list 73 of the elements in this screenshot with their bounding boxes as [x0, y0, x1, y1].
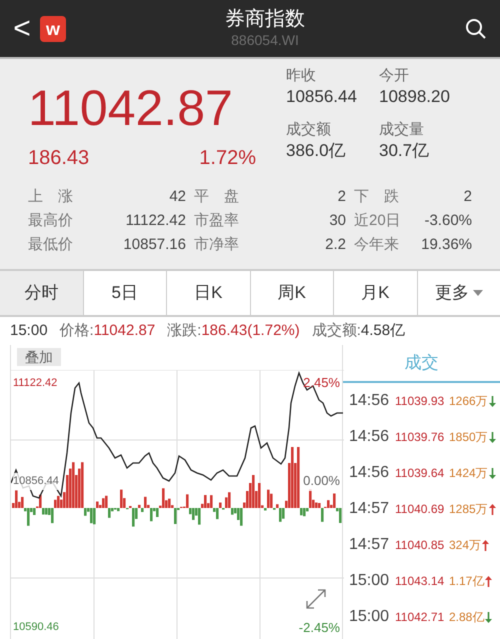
- last-price: 11042.87: [28, 83, 234, 133]
- trade-time: 14:56: [349, 463, 390, 483]
- stat-label: 成交额: [286, 121, 332, 140]
- trade-time: 14:56: [349, 391, 390, 411]
- stat-value: 2: [462, 187, 472, 207]
- stat-label: 最低价: [28, 235, 74, 255]
- page-title: 券商指数: [225, 7, 305, 32]
- stat-value: -3.60%: [423, 211, 472, 231]
- stat-value: 30.7亿: [379, 140, 430, 161]
- stat-label: 成交量: [379, 121, 425, 140]
- stat-value: 10857.16: [122, 235, 186, 255]
- chart-tab[interactable]: 更多: [416, 271, 500, 315]
- trade-time: 15:00: [349, 607, 390, 627]
- stat-value: 386.0亿: [286, 140, 347, 161]
- trade-volume: 1266万: [449, 393, 488, 410]
- trade-price: 11039.64: [395, 465, 446, 482]
- stat-label: 下 跌: [353, 187, 400, 207]
- expand-icon[interactable]: [304, 587, 328, 611]
- search-icon[interactable]: [464, 16, 488, 40]
- trade-volume: 324万: [449, 537, 482, 554]
- stat-label: 上 涨: [28, 187, 74, 207]
- stat-value: 30: [328, 211, 346, 231]
- trade-volume: 1285万: [449, 501, 488, 518]
- stat-label: 平 盘: [193, 187, 240, 207]
- trade-time: 14:57: [349, 535, 390, 555]
- stat-value: 2.2: [324, 235, 346, 255]
- trade-volume: 1.17亿: [449, 573, 484, 590]
- stat-label: 市盈率: [193, 211, 240, 231]
- trade-price: 11039.93: [395, 393, 446, 410]
- trade-price: 11040.69: [395, 501, 446, 518]
- chart-tab[interactable]: 分时: [0, 271, 82, 315]
- trade-time: 14:57: [349, 499, 390, 519]
- chart-tab[interactable]: 5日: [82, 271, 166, 315]
- trade-price: 11042.71: [395, 609, 446, 626]
- stat-label: 近20日: [353, 211, 402, 231]
- axis-low-label: 10590.46: [13, 620, 59, 634]
- info-volume: 成交额:4.58亿: [312, 320, 406, 341]
- app-logo: w: [40, 16, 66, 42]
- stat-label: 市净率: [193, 235, 240, 255]
- stat-label: 今开: [379, 67, 410, 86]
- stat-value: 2: [336, 187, 346, 207]
- overlay-button[interactable]: 叠加: [17, 348, 61, 366]
- trade-volume: 1850万: [449, 429, 488, 446]
- stat-label: 今年来: [353, 235, 400, 255]
- stat-label: 昨收: [286, 67, 317, 86]
- trade-volume: 2.88亿: [449, 609, 484, 626]
- trade-price: 11039.76: [395, 429, 446, 446]
- axis-low-percent: -2.45%: [298, 618, 340, 636]
- stat-value: 19.36%: [420, 235, 472, 255]
- stat-label: 最高价: [28, 211, 74, 231]
- stat-value: 10898.20: [379, 86, 451, 107]
- trades-header: 成交: [343, 345, 500, 383]
- axis-high-label: 11122.42: [13, 376, 58, 391]
- trade-price: 11040.85: [395, 537, 446, 554]
- trade-volume: 1424万: [449, 465, 488, 482]
- info-time: 15:00: [10, 320, 48, 341]
- axis-high-percent: 2.45%: [303, 374, 340, 392]
- trade-time: 14:56: [349, 427, 390, 447]
- stat-value: 11122.42: [124, 211, 186, 231]
- info-change: 涨跌:186.43(1.72%): [167, 320, 300, 341]
- chart-tab[interactable]: 日K: [166, 271, 250, 315]
- trade-price: 11043.14: [395, 573, 446, 590]
- change-value: 186.43: [28, 146, 90, 171]
- chart-tab[interactable]: 月K: [333, 271, 416, 315]
- back-button[interactable]: <: [12, 14, 32, 44]
- info-price: 价格:11042.87: [60, 320, 156, 341]
- index-code: 886054.WI: [231, 32, 299, 50]
- change-percent: 1.72%: [199, 146, 256, 171]
- stat-value: 42: [168, 187, 186, 207]
- trade-time: 15:00: [349, 571, 390, 591]
- chart-tab[interactable]: 周K: [250, 271, 333, 315]
- stat-value: 10856.44: [286, 86, 358, 107]
- axis-mid-label: 10856.44: [13, 473, 59, 490]
